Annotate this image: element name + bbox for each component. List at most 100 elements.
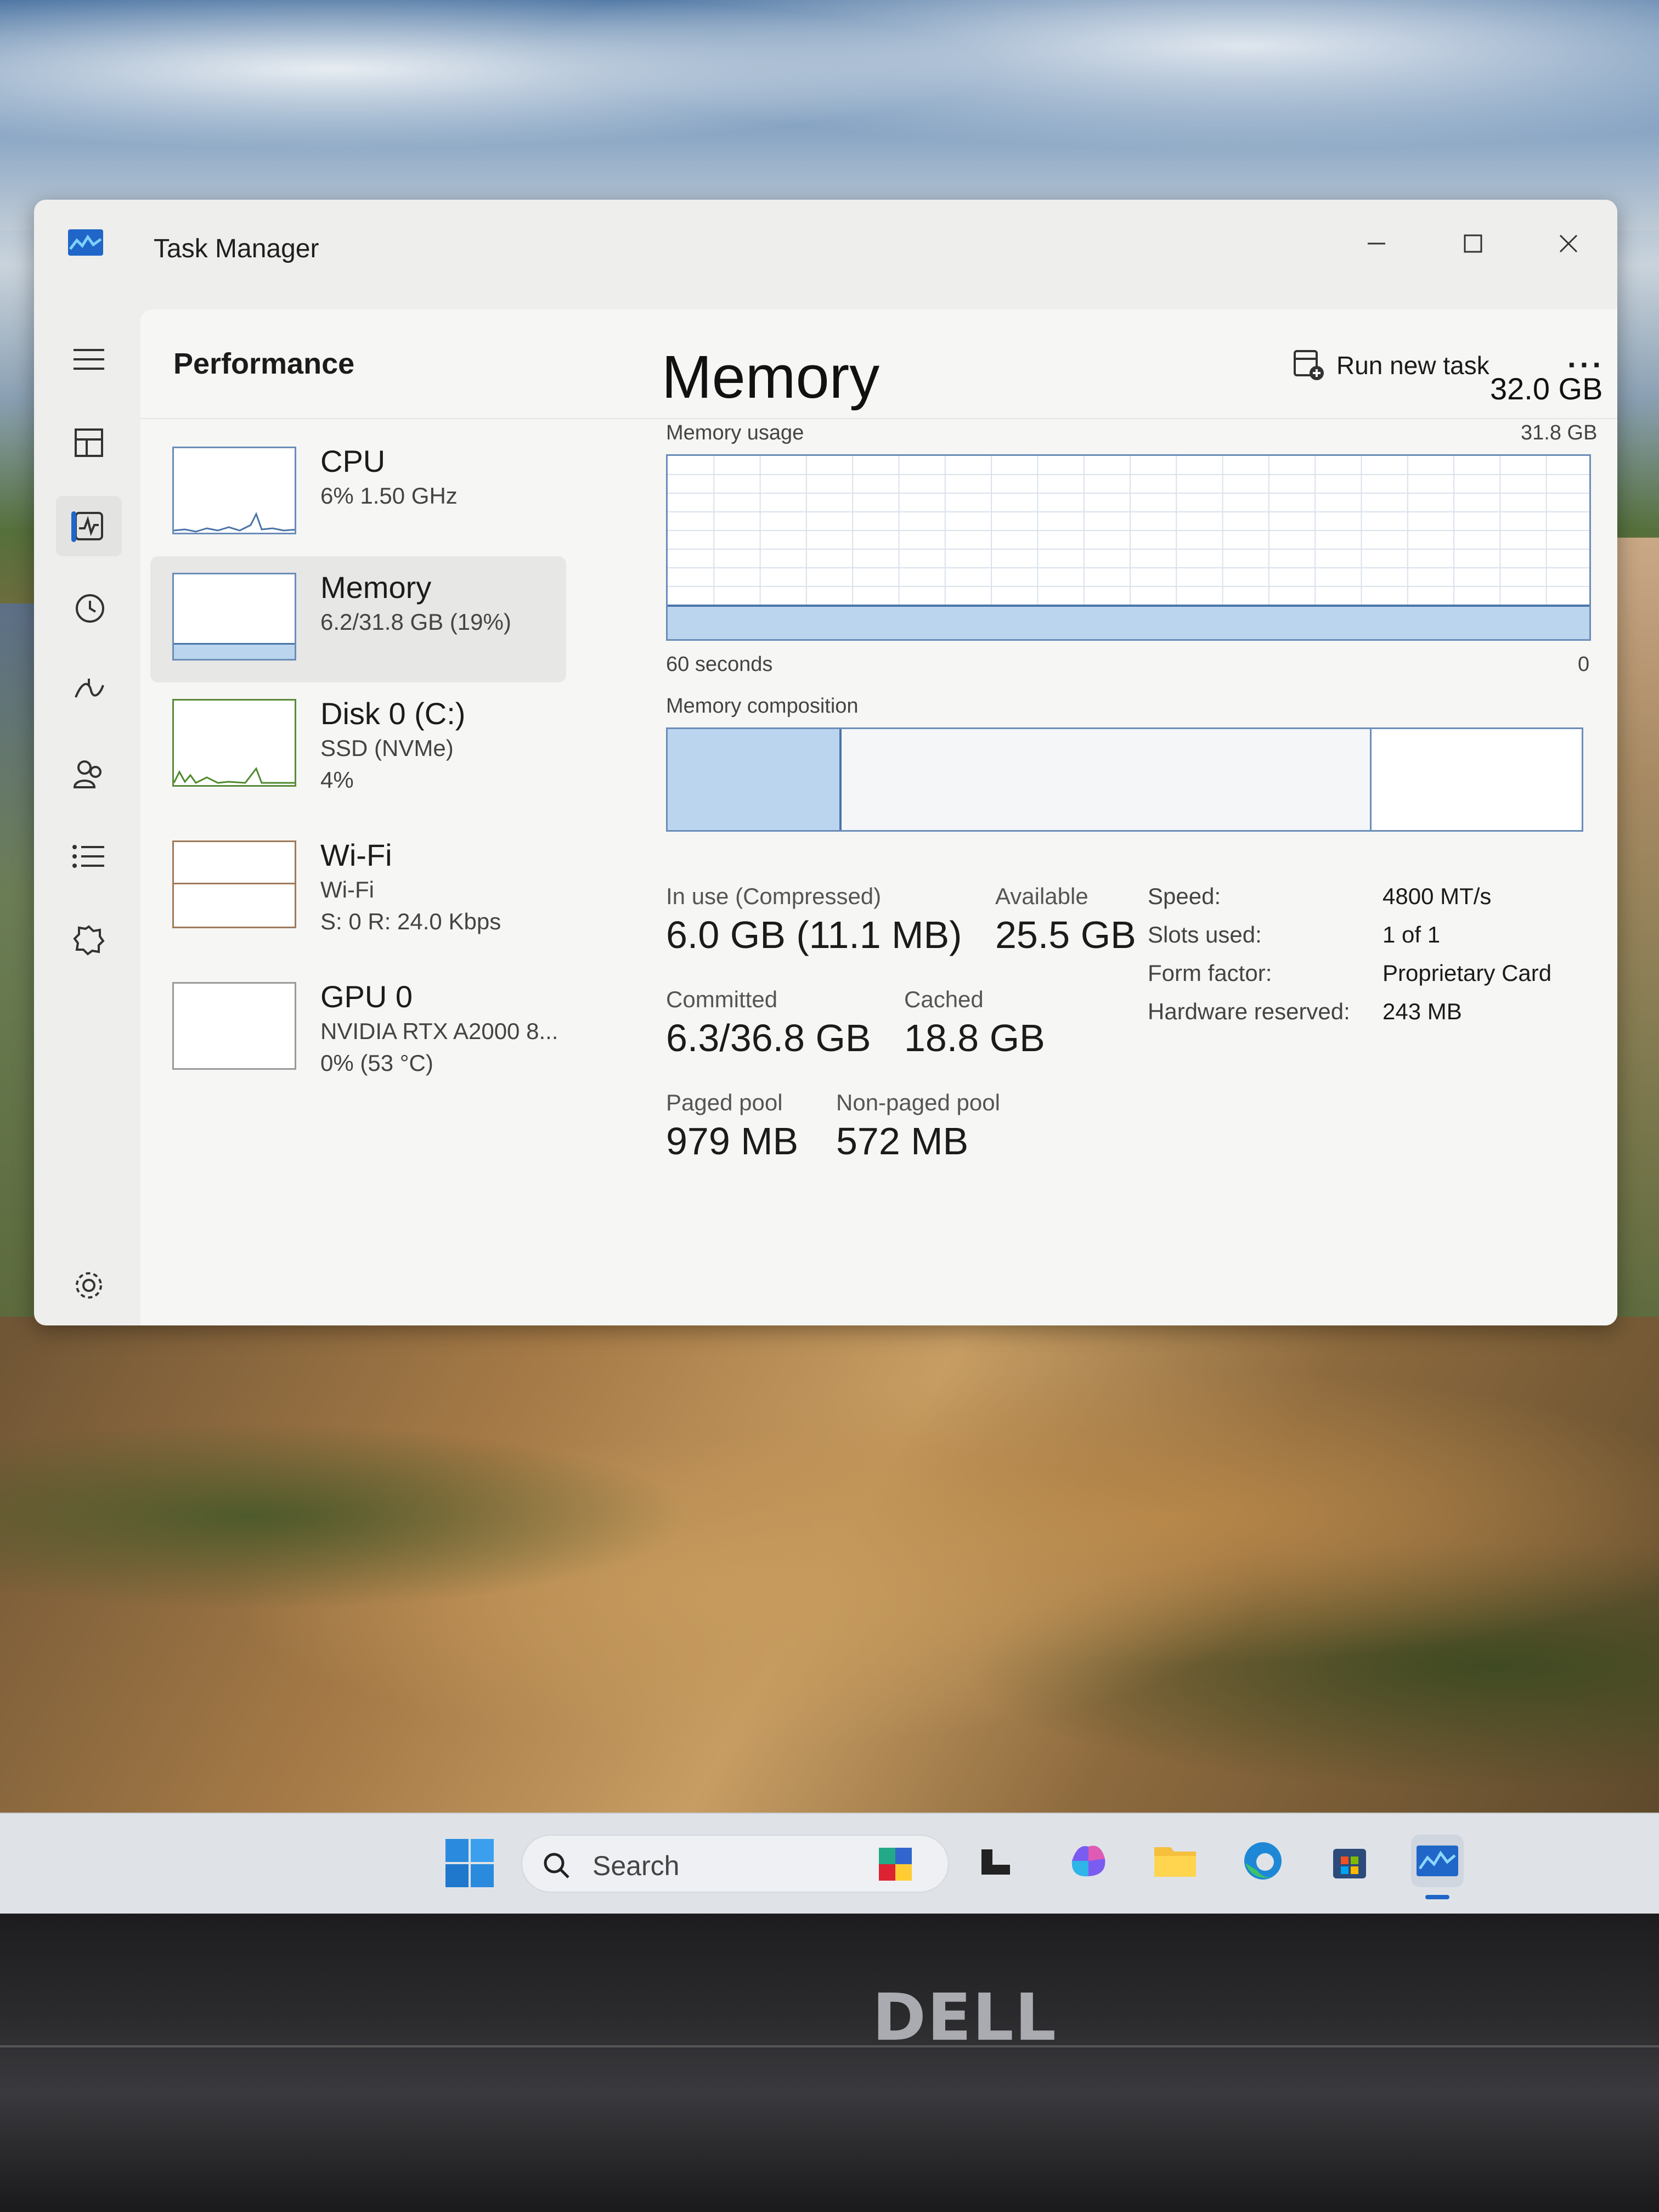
device-name: CPU (320, 444, 386, 478)
task-manager-taskbar-button[interactable] (1411, 1835, 1464, 1887)
performance-panel: Performance Run new task ··· CPU 6% 1.50… (140, 309, 1617, 1325)
time-zero-label: 0 (1578, 653, 1590, 676)
navigation-rail (34, 309, 144, 1325)
active-indicator (71, 511, 76, 542)
minimize-button[interactable] (1346, 222, 1407, 266)
users-icon (73, 760, 101, 788)
hamburger-icon (74, 349, 104, 370)
folder-icon[interactable] (1149, 1835, 1201, 1887)
nav-processes[interactable] (56, 413, 122, 473)
close-button[interactable] (1538, 222, 1599, 266)
memory-usage-fill (668, 604, 1589, 639)
available-value: 25.5 GB (995, 913, 1136, 956)
spec-speed-value: 4800 MT/s (1383, 883, 1492, 909)
device-wifi[interactable]: Wi-Fi Wi-Fi S: 0 R: 24.0 Kbps (150, 824, 566, 950)
maximize-button[interactable] (1443, 222, 1503, 266)
composition-free (1371, 729, 1573, 830)
run-task-icon (1294, 350, 1324, 380)
device-memory[interactable]: Memory 6.2/31.8 GB (19%) (150, 556, 566, 682)
spec-form-factor-label: Form factor: (1148, 960, 1272, 986)
taskbar-search[interactable]: Search (521, 1835, 949, 1893)
available-label: Available (995, 883, 1088, 909)
nav-app-history[interactable] (56, 578, 122, 639)
device-detail: NVIDIA RTX A2000 8... (320, 1018, 558, 1044)
paged-pool-value: 979 MB (666, 1120, 799, 1163)
cached-value: 18.8 GB (904, 1017, 1045, 1059)
gear-icon (76, 1272, 102, 1299)
minimize-icon (1368, 242, 1385, 245)
nav-startup-apps[interactable] (56, 661, 122, 721)
gpu-thumbnail-graph (172, 982, 296, 1070)
device-throughput: S: 0 R: 24.0 Kbps (320, 909, 501, 934)
disk-thumbnail-graph (172, 699, 296, 787)
cube-app-icon[interactable] (873, 1842, 917, 1886)
device-detail: 6.2/31.8 GB (19%) (320, 609, 511, 635)
startup-icon (75, 679, 104, 698)
services-icon (73, 925, 105, 956)
task-manager-app-icon (68, 229, 103, 256)
store-icon[interactable] (1323, 1835, 1376, 1887)
nav-details[interactable] (56, 826, 122, 887)
spec-hardware-reserved-value: 243 MB (1383, 998, 1462, 1024)
nav-users[interactable] (56, 744, 122, 804)
wifi-thumbnail-graph (172, 840, 296, 928)
memory-thumbnail-fill (174, 642, 295, 659)
details-icon (72, 845, 104, 868)
composition-standby (841, 729, 1372, 830)
composition-in-use (668, 729, 842, 830)
non-paged-pool-value: 572 MB (836, 1120, 969, 1163)
start-icon[interactable] (444, 1838, 495, 1888)
cpu-thumbnail-graph (172, 447, 296, 534)
device-name: GPU 0 (320, 979, 413, 1014)
maximize-icon (1464, 234, 1482, 253)
spec-speed-label: Speed: (1148, 883, 1221, 909)
window-title: Task Manager (154, 234, 319, 263)
bezel-hinge-line (0, 2045, 1659, 2047)
spec-hardware-reserved-label: Hardware reserved: (1148, 998, 1350, 1024)
title-bar: Task Manager (34, 200, 1617, 309)
processes-icon (75, 428, 103, 457)
device-usage: 4% (320, 767, 354, 793)
detail-title: Memory (662, 343, 880, 411)
in-use-label: In use (Compressed) (666, 883, 882, 909)
memory-usage-label: Memory usage (666, 421, 804, 444)
m365-icon[interactable] (1062, 1835, 1115, 1887)
committed-value: 6.3/36.8 GB (666, 1017, 871, 1059)
spec-form-factor-value: Proprietary Card (1383, 960, 1552, 986)
memory-composition-label: Memory composition (666, 695, 859, 718)
memory-usage-graph (666, 454, 1591, 641)
device-name: Disk 0 (C:) (320, 696, 466, 731)
spec-slots-label: Slots used: (1148, 922, 1262, 947)
cached-label: Cached (904, 986, 984, 1012)
history-icon (76, 594, 104, 623)
memory-usage-max: 31.8 GB (1521, 421, 1598, 444)
page-title: Performance (173, 347, 355, 380)
paged-pool-label: Paged pool (666, 1090, 783, 1115)
desktop-sky (0, 0, 1659, 230)
nav-services[interactable] (56, 910, 122, 970)
device-gpu[interactable]: GPU 0 NVIDIA RTX A2000 8... 0% (53 °C) (150, 966, 566, 1092)
nav-menu-button[interactable] (56, 329, 122, 390)
edge-icon[interactable] (1237, 1835, 1289, 1887)
in-use-value: 6.0 GB (11.1 MB) (666, 913, 962, 956)
active-app-indicator (1425, 1895, 1449, 1899)
run-new-task-button[interactable]: Run new task (1282, 338, 1500, 393)
memory-thumbnail-graph (172, 573, 296, 661)
device-usage: 0% (53 °C) (320, 1050, 433, 1076)
device-detail: SSD (NVMe) (320, 735, 454, 761)
device-disk[interactable]: Disk 0 (C:) SSD (NVMe) 4% (150, 682, 566, 809)
run-new-task-label: Run new task (1336, 351, 1489, 380)
desktop-wallpaper-cliff (0, 1317, 1659, 1816)
time-span-label: 60 seconds (666, 653, 773, 676)
taskbar: Search (0, 1813, 1659, 1914)
device-detail: Wi-Fi (320, 877, 374, 902)
performance-icon (75, 512, 103, 540)
nav-performance[interactable] (56, 496, 122, 556)
memory-total: 32.0 GB (1490, 371, 1603, 406)
file-explorer-dark-icon[interactable] (969, 1835, 1022, 1887)
nav-settings[interactable] (56, 1255, 122, 1316)
spec-slots-value: 1 of 1 (1383, 922, 1441, 947)
device-cpu[interactable]: CPU 6% 1.50 GHz (150, 430, 566, 556)
task-manager-window: Task Manager Performance Run new task ··… (34, 200, 1617, 1325)
committed-label: Committed (666, 986, 778, 1012)
